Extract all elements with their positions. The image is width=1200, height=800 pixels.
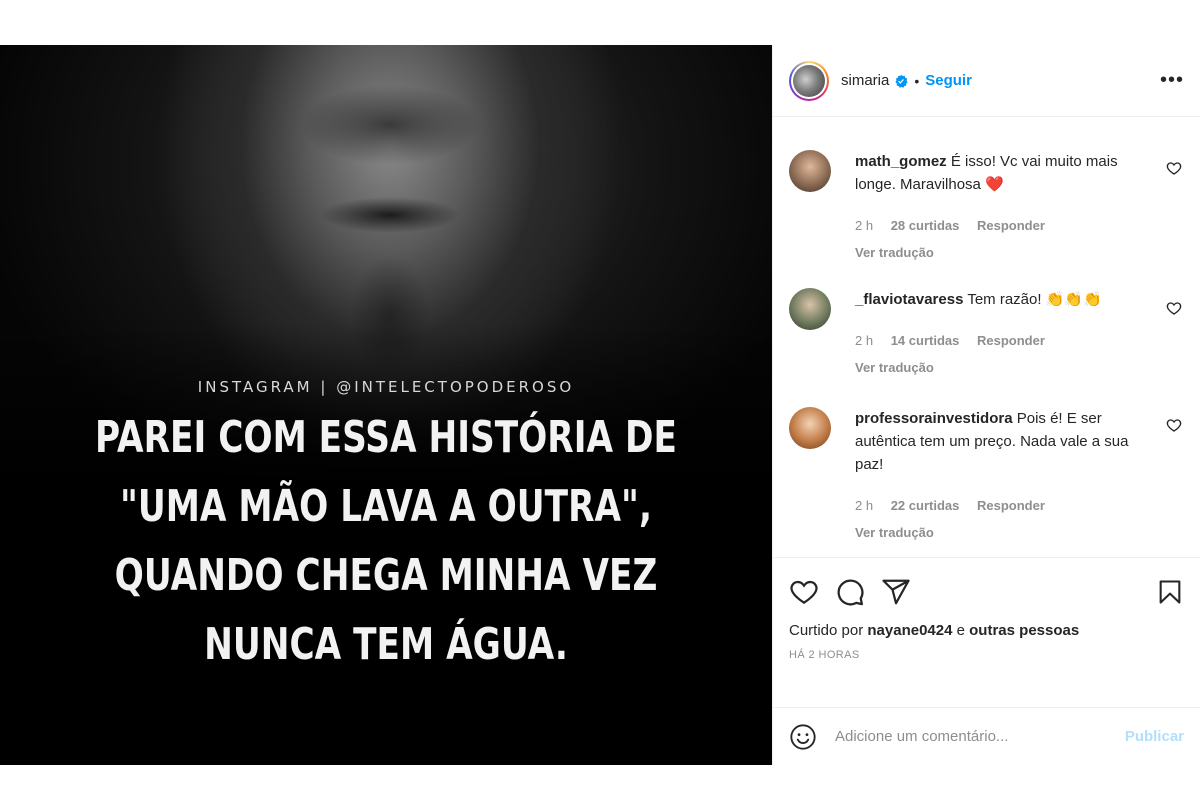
comment-text-line: _flaviotavaress Tem razão! 👏👏👏 [855, 288, 1154, 311]
comment-text: Tem razão! [967, 291, 1042, 308]
comment-body: _flaviotavaress Tem razão! 👏👏👏 2 h 14 cu… [855, 288, 1184, 379]
more-options-icon[interactable]: ••• [1160, 69, 1184, 92]
publish-button[interactable]: Publicar [1125, 728, 1184, 745]
comment-input[interactable] [835, 728, 1125, 745]
liked-by: Curtido por nayane0424 e outras pessoas [789, 622, 1184, 639]
author-username[interactable]: simaria [841, 72, 889, 89]
comment-heart-icon[interactable] [1166, 160, 1182, 176]
comment-icon[interactable] [835, 577, 865, 607]
comment-time[interactable]: 2 h [855, 498, 873, 513]
quote-line: PAREI COM ESSA HISTÓRIA DE [95, 412, 677, 463]
post-header: simaria • Seguir ••• [773, 45, 1200, 117]
post-timestamp[interactable]: HÁ 2 HORAS [789, 649, 1184, 661]
avatar-inner [791, 62, 827, 99]
comment-username[interactable]: math_gomez [855, 153, 947, 170]
comment-likes[interactable]: 14 curtidas [891, 333, 960, 348]
comment-time[interactable]: 2 h [855, 333, 873, 348]
comment-meta: 2 h 14 curtidas Responder [855, 329, 1154, 352]
header-separator: • [914, 72, 920, 89]
comment-heart-icon[interactable] [1166, 417, 1182, 433]
liked-by-others[interactable]: outras pessoas [969, 622, 1079, 639]
liked-by-joiner: e [956, 622, 965, 639]
comment-username[interactable]: professorainvestidora [855, 410, 1013, 427]
comment-likes[interactable]: 22 curtidas [891, 498, 960, 513]
comment-emoji: ❤️ [985, 176, 1004, 193]
post-actions: Curtido por nayane0424 e outras pessoas … [773, 557, 1200, 661]
comment-heart-icon[interactable] [1166, 300, 1182, 316]
comment-meta: 2 h 22 curtidas Responder [855, 494, 1154, 517]
bookmark-icon[interactable] [1156, 577, 1184, 607]
see-translation-button[interactable]: Ver tradução [855, 241, 1154, 264]
follow-button[interactable]: Seguir [925, 72, 972, 89]
avatar-image [793, 64, 825, 97]
image-watermark: INSTAGRAM | @INTELECTOPODEROSO [197, 378, 575, 396]
reply-button[interactable]: Responder [977, 333, 1045, 348]
comment-likes[interactable]: 28 curtidas [891, 218, 960, 233]
quote-line: NUNCA TEM ÁGUA. [204, 619, 568, 670]
liked-by-user[interactable]: nayane0424 [867, 622, 952, 639]
image-quote: PAREI COM ESSA HISTÓRIA DE "UMA MÃO LAVA… [85, 403, 687, 679]
quote-line: "UMA MÃO LAVA A OUTRA", [120, 481, 652, 532]
comment-avatar[interactable] [789, 288, 831, 330]
heart-icon[interactable] [789, 577, 819, 607]
liked-by-prefix: Curtido por [789, 622, 864, 639]
verified-badge-icon [895, 74, 908, 88]
comments-list[interactable]: math_gomez É isso! Vc vai muito mais lon… [773, 118, 1200, 558]
author-avatar[interactable] [789, 60, 829, 101]
comment-item: _flaviotavaress Tem razão! 👏👏👏 2 h 14 cu… [789, 288, 1184, 379]
comment-body: professorainvestidora Pois é! E ser autê… [855, 407, 1184, 544]
instagram-post-page: INSTAGRAM | @INTELECTOPODEROSO PAREI COM… [0, 0, 1200, 800]
comment-body: math_gomez É isso! Vc vai muito mais lon… [855, 150, 1184, 264]
comment-text-line: professorainvestidora Pois é! E ser autê… [855, 407, 1154, 476]
add-comment-bar: Publicar [773, 707, 1200, 765]
comment-avatar[interactable] [789, 407, 831, 449]
comment-emoji: 👏👏👏 [1045, 291, 1102, 308]
comment-time[interactable]: 2 h [855, 218, 873, 233]
comment-meta: 2 h 28 curtidas Responder [855, 214, 1154, 237]
reply-button[interactable]: Responder [977, 218, 1045, 233]
action-row [789, 576, 1184, 608]
post-side-panel: simaria • Seguir ••• math_gomez É isso! … [772, 45, 1200, 765]
comment-item: math_gomez É isso! Vc vai muito mais lon… [789, 150, 1184, 264]
share-icon[interactable] [881, 577, 911, 607]
post-image[interactable]: INSTAGRAM | @INTELECTOPODEROSO PAREI COM… [0, 45, 772, 765]
quote-line: QUANDO CHEGA MINHA VEZ [114, 550, 658, 601]
comment-item: professorainvestidora Pois é! E ser autê… [789, 407, 1184, 544]
reply-button[interactable]: Responder [977, 498, 1045, 513]
see-translation-button[interactable]: Ver tradução [855, 521, 1154, 544]
emoji-icon[interactable] [789, 723, 817, 751]
see-translation-button[interactable]: Ver tradução [855, 356, 1154, 379]
comment-avatar[interactable] [789, 150, 831, 192]
comment-username[interactable]: _flaviotavaress [855, 291, 963, 308]
comment-text-line: math_gomez É isso! Vc vai muito mais lon… [855, 150, 1154, 196]
